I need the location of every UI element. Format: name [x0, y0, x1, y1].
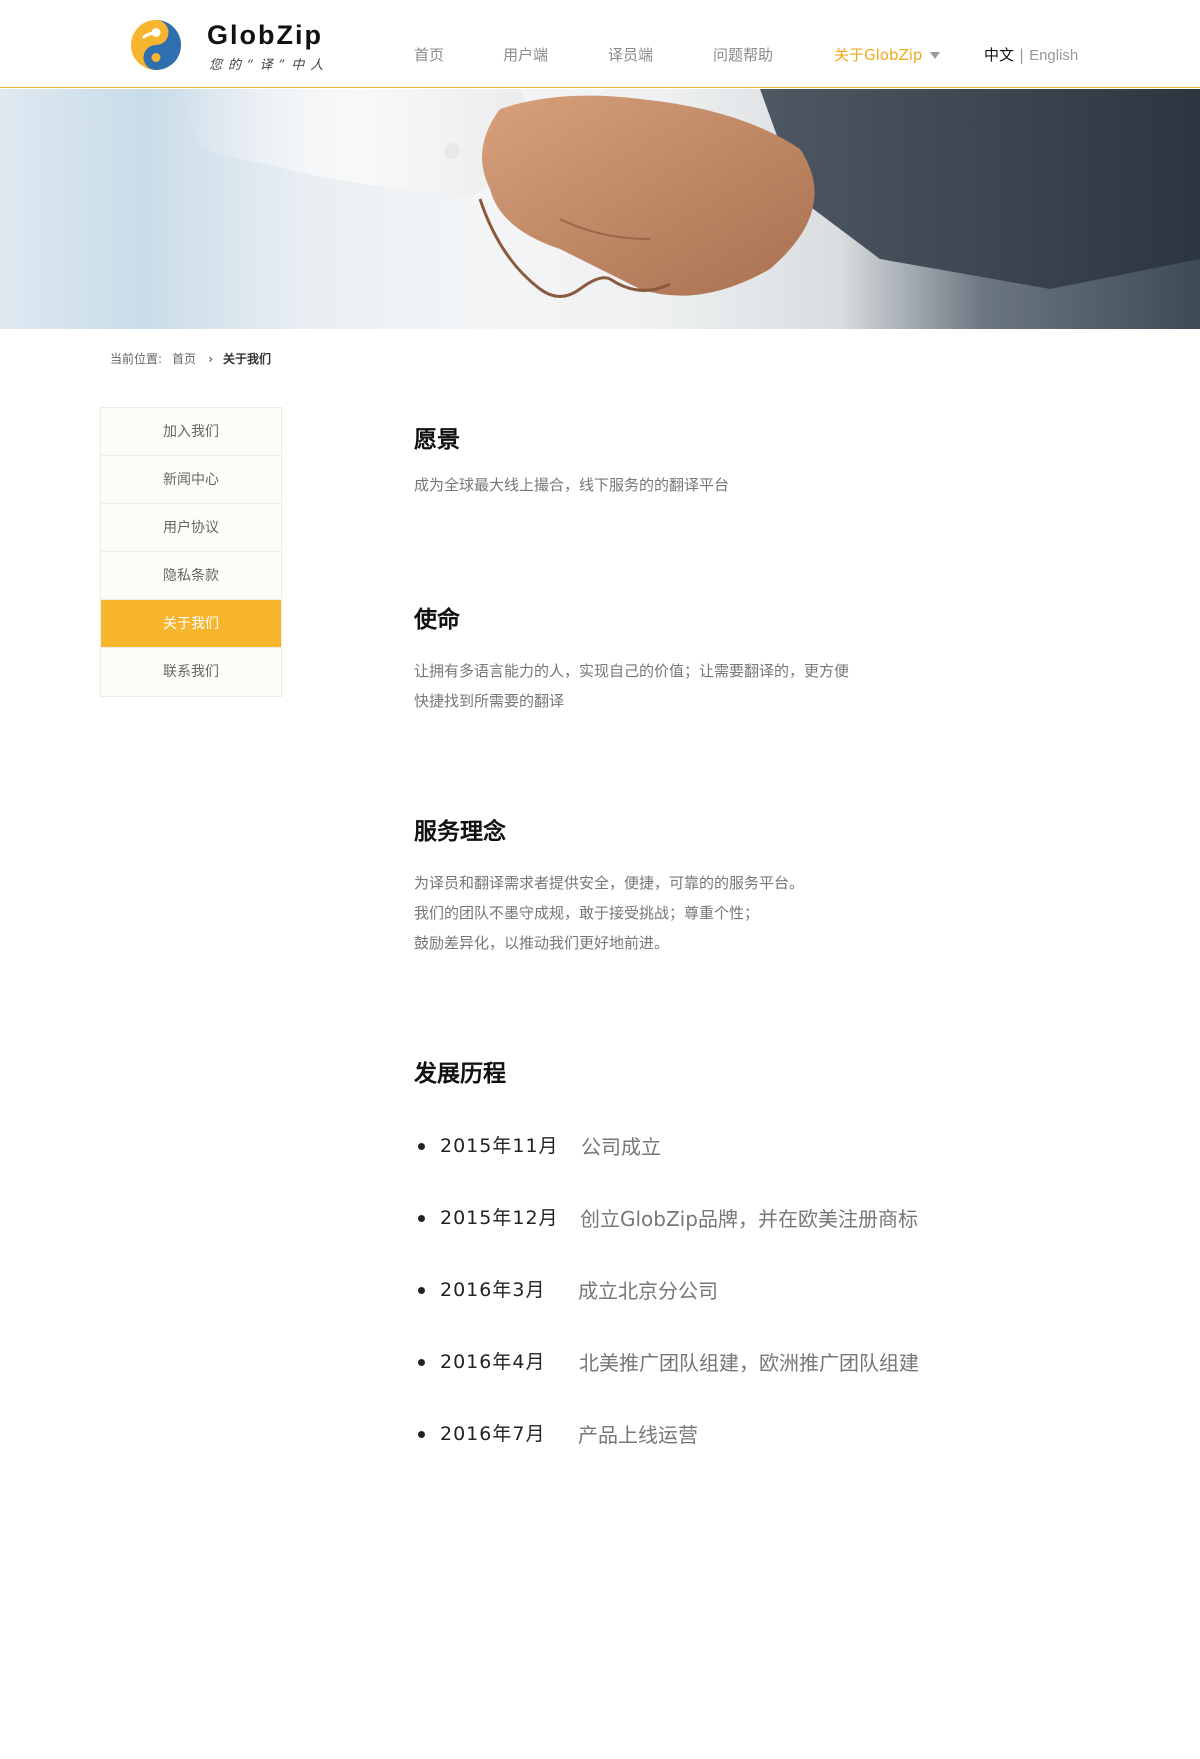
timeline-desc: 产品上线运营	[578, 1423, 698, 1447]
philosophy-text-line-3: 鼓励差异化，以推动我们更好地前进。	[414, 934, 670, 952]
sidebar-item-join[interactable]: 加入我们	[101, 408, 281, 456]
nav-user[interactable]: 用户端	[503, 44, 548, 65]
handshake-image	[180, 89, 1200, 298]
timeline-desc: 成立北京分公司	[578, 1279, 718, 1303]
sidebar-item-contact[interactable]: 联系我们	[101, 648, 281, 696]
sidebar-menu: 加入我们 新闻中心 用户协议 隐私条款 关于我们 联系我们	[100, 407, 282, 697]
timeline-desc: 公司成立	[581, 1135, 661, 1159]
sidebar-item-news[interactable]: 新闻中心	[101, 456, 281, 504]
history-title: 发展历程	[414, 1061, 506, 1087]
sidebar-item-user-agreement[interactable]: 用户协议	[101, 504, 281, 552]
chevron-right-icon: ›	[208, 352, 214, 366]
mission-text-line-2: 快捷找到所需要的翻译	[414, 692, 565, 710]
nav-translator[interactable]: 译员端	[608, 44, 653, 65]
timeline-date: 2015年12月	[440, 1207, 559, 1229]
sidebar-item-about[interactable]: 关于我们	[101, 600, 281, 648]
lang-en[interactable]: English	[1029, 47, 1078, 64]
nav-home[interactable]: 首页	[414, 44, 444, 65]
mission-text-line-1: 让拥有多语言能力的人，实现自己的价值；让需要翻译的，更方便	[414, 662, 850, 680]
language-switcher: 中文 | English	[984, 44, 1078, 65]
timeline-desc: 北美推广团队组建，欧洲推广团队组建	[579, 1351, 919, 1375]
sidebar-item-privacy[interactable]: 隐私条款	[101, 552, 281, 600]
timeline-date: 2016年4月	[440, 1351, 546, 1373]
lang-zh[interactable]: 中文	[984, 46, 1014, 64]
site-header: GlobZip 您的“译”中人 首页 用户端 译员端 问题帮助 关于GlobZi…	[0, 0, 1200, 88]
breadcrumb-current: 关于我们	[223, 352, 272, 366]
breadcrumb-home[interactable]: 首页	[172, 352, 196, 366]
bullet-icon	[418, 1287, 425, 1294]
lang-separator: |	[1019, 46, 1025, 64]
nav-about[interactable]: 关于GlobZip	[834, 44, 941, 65]
philosophy-text-line-1: 为译员和翻译需求者提供安全，便捷，可靠的的服务平台。	[414, 874, 805, 892]
hero-banner	[0, 89, 1200, 329]
bullet-icon	[418, 1359, 425, 1366]
philosophy-title: 服务理念	[414, 819, 506, 845]
philosophy-text-line-2: 我们的团队不墨守成规，敢于接受挑战；尊重个性；	[414, 904, 760, 922]
timeline-date: 2016年7月	[440, 1423, 546, 1445]
breadcrumb-prefix: 当前位置:	[110, 352, 163, 366]
mission-title: 使命	[414, 607, 460, 633]
timeline-date: 2016年3月	[440, 1279, 546, 1301]
vision-title: 愿景	[414, 427, 460, 453]
bullet-icon	[418, 1143, 425, 1150]
timeline-date: 2015年11月	[440, 1135, 559, 1157]
timeline-desc: 创立GlobZip品牌，并在欧美注册商标	[580, 1207, 918, 1231]
breadcrumb: 当前位置: 首页 › 关于我们	[110, 350, 281, 367]
bullet-icon	[418, 1215, 425, 1222]
vision-text: 成为全球最大线上撮合，线下服务的的翻译平台	[414, 476, 730, 494]
nav-about-label: 关于GlobZip	[834, 46, 923, 64]
bullet-icon	[418, 1431, 425, 1438]
nav-help[interactable]: 问题帮助	[713, 44, 773, 65]
chevron-down-icon	[930, 52, 941, 59]
